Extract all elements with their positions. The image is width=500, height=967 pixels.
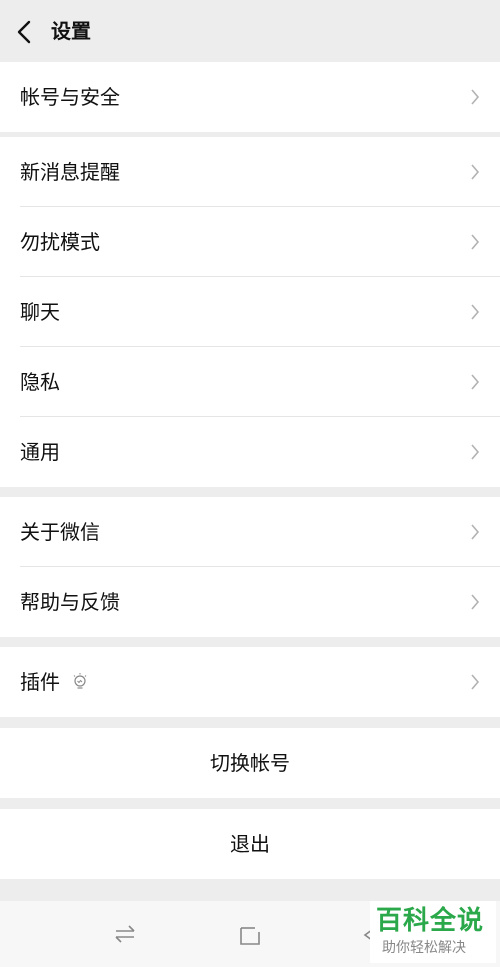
chevron-right-icon [471, 304, 480, 320]
logout-button[interactable]: 退出 [0, 809, 500, 879]
settings-item-label: 插件 [20, 670, 60, 694]
settings-group-general: 新消息提醒 勿扰模式 聊天 隐私 通用 [0, 137, 500, 487]
settings-group-plugins: 插件 [0, 647, 500, 717]
chevron-right-icon [471, 594, 480, 610]
settings-item-label: 聊天 [20, 300, 60, 324]
chevron-right-icon [471, 234, 480, 250]
switch-apps-icon[interactable] [113, 923, 137, 945]
bulb-icon [73, 673, 87, 689]
title-bar: 设置 [0, 0, 500, 62]
settings-group-about: 关于微信 帮助与反馈 [0, 497, 500, 637]
settings-item-chat[interactable]: 聊天 [0, 277, 500, 347]
back-arrow-icon[interactable] [14, 19, 36, 45]
chevron-right-icon [471, 164, 480, 180]
chevron-right-icon [471, 524, 480, 540]
chevron-right-icon [471, 674, 480, 690]
chevron-right-icon [471, 374, 480, 390]
settings-item-account-security[interactable]: 帐号与安全 [0, 62, 500, 132]
settings-item-help-feedback[interactable]: 帮助与反馈 [0, 567, 500, 637]
switch-account-button[interactable]: 切换帐号 [0, 728, 500, 798]
settings-item-notifications[interactable]: 新消息提醒 [0, 137, 500, 207]
settings-item-general[interactable]: 通用 [0, 417, 500, 487]
settings-item-label: 帐号与安全 [20, 85, 120, 109]
settings-item-label: 勿扰模式 [20, 230, 100, 254]
watermark-logo: 百科全说 助你轻松解决 [370, 901, 496, 963]
settings-item-label: 新消息提醒 [20, 160, 120, 184]
settings-item-privacy[interactable]: 隐私 [0, 347, 500, 417]
settings-item-label: 通用 [20, 440, 60, 464]
page-title: 设置 [51, 19, 91, 43]
chevron-right-icon [471, 444, 480, 460]
settings-item-about-wechat[interactable]: 关于微信 [0, 497, 500, 567]
settings-item-label: 帮助与反馈 [20, 590, 120, 614]
settings-item-do-not-disturb[interactable]: 勿扰模式 [0, 207, 500, 277]
chevron-right-icon [471, 89, 480, 105]
settings-item-label: 隐私 [20, 370, 60, 394]
watermark-subtitle: 助你轻松解决 [382, 940, 466, 956]
home-square-icon[interactable] [239, 924, 261, 946]
settings-group-account: 帐号与安全 [0, 62, 500, 132]
settings-item-label: 关于微信 [20, 520, 100, 544]
watermark-title: 百科全说 [376, 906, 485, 936]
settings-item-plugins[interactable]: 插件 [0, 647, 500, 717]
